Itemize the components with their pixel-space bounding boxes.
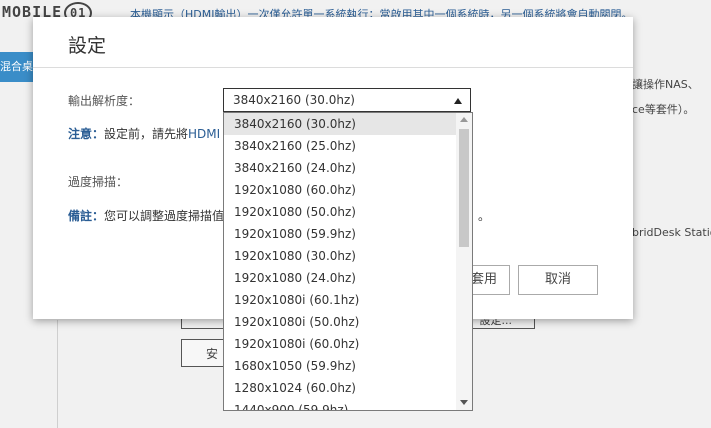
resolution-option[interactable]: 1920x1080 (59.9hz) bbox=[224, 223, 456, 245]
resolution-option[interactable]: 3840x2160 (30.0hz) bbox=[224, 113, 456, 135]
overscan-label: 過度掃描： bbox=[68, 175, 129, 189]
remark-text: 備註：您可以調整過度掃描值 bbox=[68, 209, 225, 223]
divider bbox=[57, 320, 58, 428]
resolution-option[interactable]: 1920x1080 (60.0hz) bbox=[224, 179, 456, 201]
caret-up-icon bbox=[454, 98, 462, 104]
resolution-dropdown-list[interactable]: 3840x2160 (30.0hz) 3840x2160 (25.0hz) 3840… bbox=[223, 112, 473, 411]
cancel-button[interactable]: 取消 bbox=[518, 265, 598, 295]
resolution-option[interactable]: 1920x1080 (24.0hz) bbox=[224, 267, 456, 289]
scroll-down-arrow-icon[interactable] bbox=[460, 400, 468, 405]
resolution-option[interactable]: 1920x1080i (50.0hz) bbox=[224, 311, 456, 333]
dialog-header: 設定 bbox=[33, 17, 633, 68]
resolution-option[interactable]: 1920x1080i (60.1hz) bbox=[224, 289, 456, 311]
sidebar-tab-hybrid-desk[interactable]: 混合桌面 bbox=[0, 52, 34, 82]
resolution-option[interactable]: 1440x900 (59.9hz) bbox=[224, 399, 456, 410]
resolution-option[interactable]: 3840x2160 (24.0hz) bbox=[224, 157, 456, 179]
remark-tail: 。 bbox=[478, 209, 491, 223]
resolution-option[interactable]: 1920x1080 (50.0hz) bbox=[224, 201, 456, 223]
resolution-option[interactable]: 1920x1080 (30.0hz) bbox=[224, 245, 456, 267]
resolution-option[interactable]: 1920x1080i (60.0hz) bbox=[224, 333, 456, 355]
background-text-3: bridDesk Statio bbox=[632, 226, 711, 239]
scrollbar-thumb[interactable] bbox=[459, 129, 469, 247]
resolution-option[interactable]: 1280x1024 (60.0hz) bbox=[224, 377, 456, 399]
resolution-select[interactable]: 3840x2160 (30.0hz) bbox=[223, 88, 471, 112]
resolution-option[interactable]: 3840x2160 (25.0hz) bbox=[224, 135, 456, 157]
resolution-option[interactable]: 1680x1050 (59.9hz) bbox=[224, 355, 456, 377]
scroll-up-arrow-icon[interactable] bbox=[460, 117, 468, 122]
dialog-title: 設定 bbox=[68, 35, 107, 57]
note-text: 注意：設定前，請先將HDMI bbox=[68, 127, 221, 141]
dropdown-scrollbar[interactable] bbox=[456, 113, 472, 410]
resolution-select-value: 3840x2160 (30.0hz) bbox=[233, 93, 355, 107]
resolution-options: 3840x2160 (30.0hz) 3840x2160 (25.0hz) 3840… bbox=[224, 113, 456, 410]
background-text-2: ce等套件）。 bbox=[632, 103, 695, 116]
resolution-label: 輸出解析度： bbox=[68, 94, 141, 108]
background-text-1: 讓操作NAS、 bbox=[632, 78, 699, 91]
